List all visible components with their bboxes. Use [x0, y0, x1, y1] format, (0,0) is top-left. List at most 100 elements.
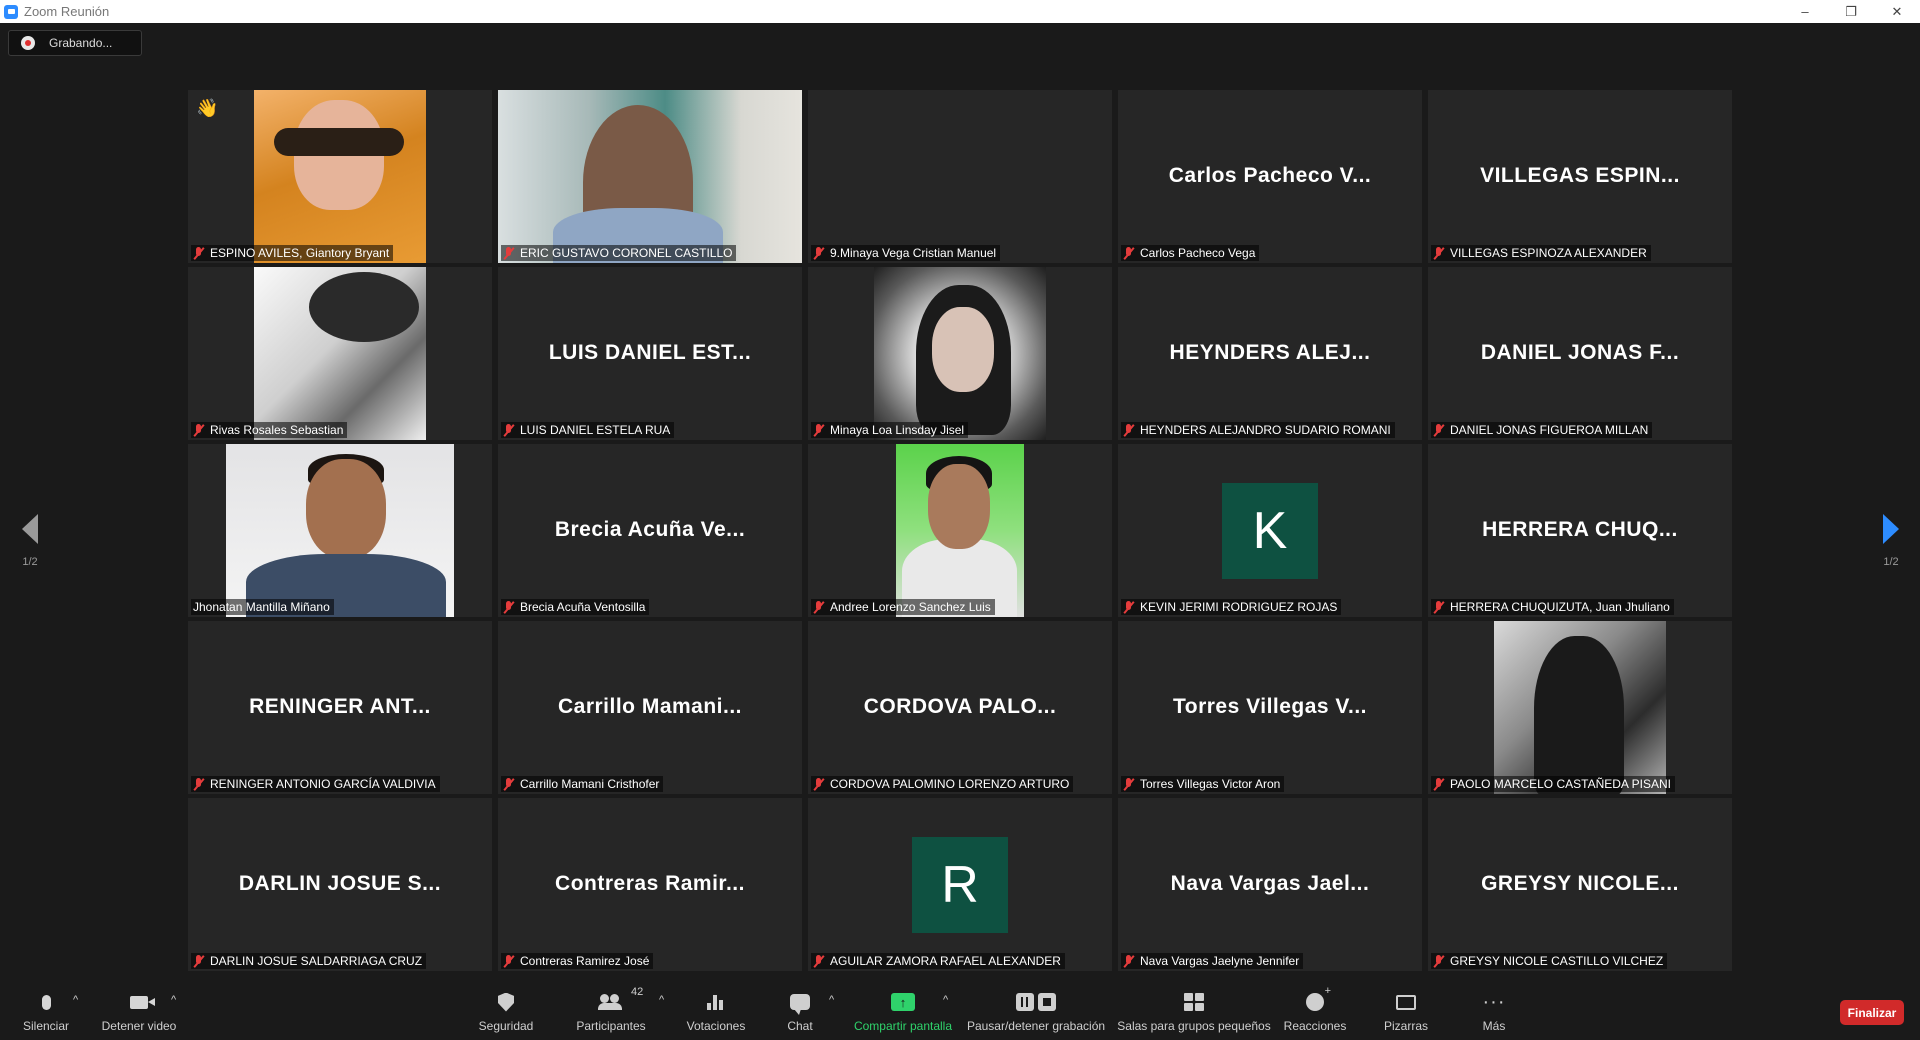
participant-display-name: Contreras Ramir... — [555, 871, 745, 895]
participant-tile[interactable]: ERIC GUSTAVO CORONEL CASTILLO — [498, 90, 802, 263]
participant-name: Torres Villegas Victor Aron — [1140, 777, 1281, 791]
participants-button[interactable]: 42 Participantes — [574, 972, 648, 1040]
audio-options-caret-icon[interactable]: ^ — [73, 994, 78, 1006]
muted-mic-icon — [1123, 954, 1135, 968]
share-screen-button[interactable]: ↑ Compartir pantalla — [850, 972, 956, 1040]
chat-options-caret-icon[interactable]: ^ — [829, 994, 834, 1006]
participant-tile[interactable]: 👋 ESPINO AVILES, Giantory Bryant — [188, 90, 492, 263]
breakout-rooms-button[interactable]: Salas para grupos pequeños — [1117, 972, 1271, 1040]
participants-icon — [598, 994, 624, 1010]
restore-button[interactable]: ❐ — [1828, 0, 1874, 23]
minimize-button[interactable]: – — [1782, 0, 1828, 23]
recording-icon — [21, 36, 35, 50]
share-options-caret-icon[interactable]: ^ — [943, 994, 948, 1006]
participant-tile[interactable]: Contreras Ramir... Contreras Ramirez José — [498, 798, 802, 971]
participant-display-name: Carlos Pacheco V... — [1168, 163, 1372, 187]
muted-mic-icon — [813, 423, 825, 437]
participant-tile[interactable]: Brecia Acuña Ve... Brecia Acuña Ventosill… — [498, 444, 802, 617]
participant-tile[interactable]: PAOLO MARCELO CASTAÑEDA PISANI — [1428, 621, 1732, 794]
whiteboards-button[interactable]: Pizarras — [1380, 972, 1432, 1040]
participant-name-bar: Carlos Pacheco Vega — [1121, 245, 1260, 261]
chat-button[interactable]: Chat — [780, 972, 820, 1040]
close-button[interactable]: ✕ — [1874, 0, 1920, 23]
more-dots-icon: ··· — [1482, 991, 1506, 1013]
muted-mic-icon — [1433, 777, 1445, 791]
participant-name-bar: Carrillo Mamani Cristhofer — [501, 776, 664, 792]
muted-mic-icon — [193, 423, 205, 437]
more-button[interactable]: ··· Más — [1476, 972, 1512, 1040]
chat-label: Chat — [787, 1019, 813, 1033]
muted-mic-icon — [1123, 246, 1135, 260]
participant-display-name: HEYNDERS ALEJ... — [1169, 340, 1371, 364]
participant-name-bar: Nava Vargas Jaelyne Jennifer — [1121, 953, 1304, 969]
participant-tile[interactable]: CORDOVA PALO... CORDOVA PALOMINO LORENZO … — [808, 621, 1112, 794]
participant-name-bar: DARLIN JOSUE SALDARRIAGA CRUZ — [191, 953, 427, 969]
reactions-button[interactable]: Reacciones — [1284, 972, 1347, 1040]
participant-tile[interactable]: RENINGER ANT... RENINGER ANTONIO GARCÍA V… — [188, 621, 492, 794]
recording-indicator[interactable]: Grabando... — [8, 30, 142, 56]
participant-tile[interactable]: Rivas Rosales Sebastian — [188, 267, 492, 440]
participant-tile[interactable]: Minaya Loa Linsday Jisel — [808, 267, 1112, 440]
participant-name-bar: HEYNDERS ALEJANDRO SUDARIO ROMANI — [1121, 422, 1395, 438]
muted-mic-icon — [1433, 954, 1445, 968]
participants-options-caret-icon[interactable]: ^ — [659, 994, 664, 1006]
arrow-left-icon[interactable] — [22, 514, 38, 544]
participant-display-name: DARLIN JOSUE S... — [238, 871, 442, 895]
security-button[interactable]: Seguridad — [476, 972, 536, 1040]
next-page-nav[interactable]: 1/2 — [1871, 514, 1911, 568]
end-meeting-button[interactable]: Finalizar — [1840, 1000, 1904, 1025]
participant-name: Nava Vargas Jaelyne Jennifer — [1140, 954, 1300, 968]
participant-name-bar: Andree Lorenzo Sanchez Luis — [811, 599, 995, 615]
participant-tile[interactable]: HERRERA CHUQ... HERRERA CHUQUIZUTA, Juan … — [1428, 444, 1732, 617]
polls-button[interactable]: Votaciones — [684, 972, 748, 1040]
participant-tile[interactable]: Jhonatan Mantilla Miñano — [188, 444, 492, 617]
participant-tile[interactable]: DANIEL JONAS F... DANIEL JONAS FIGUEROA M… — [1428, 267, 1732, 440]
poll-chart-icon — [707, 994, 725, 1010]
participant-tile[interactable]: HEYNDERS ALEJ... HEYNDERS ALEJANDRO SUDAR… — [1118, 267, 1422, 440]
stop-video-button[interactable]: Detener video — [98, 972, 180, 1040]
participant-tile[interactable]: K KEVIN JERIMI RODRIGUEZ ROJAS — [1118, 444, 1422, 617]
participant-display-name: GREYSY NICOLE... — [1481, 871, 1679, 895]
chat-bubble-icon — [790, 994, 810, 1015]
participant-display-name: LUIS DANIEL EST... — [548, 340, 752, 364]
participant-name: Carlos Pacheco Vega — [1140, 246, 1256, 260]
participant-name: CORDOVA PALOMINO LORENZO ARTURO — [830, 777, 1070, 791]
pause-stop-recording-button[interactable]: Pausar/detener grabación — [966, 972, 1106, 1040]
participant-name-bar: GREYSY NICOLE CASTILLO VILCHEZ — [1431, 953, 1668, 969]
participant-tile[interactable]: DARLIN JOSUE S... DARLIN JOSUE SALDARRIAG… — [188, 798, 492, 971]
participant-tile[interactable]: R AGUILAR ZAMORA RAFAEL ALEXANDER — [808, 798, 1112, 971]
participant-name: KEVIN JERIMI RODRIGUEZ ROJAS — [1140, 600, 1338, 614]
zoom-app-icon — [4, 4, 18, 19]
participants-label: Participantes — [576, 1019, 646, 1033]
participant-name: HEYNDERS ALEJANDRO SUDARIO ROMANI — [1140, 423, 1391, 437]
video-options-caret-icon[interactable]: ^ — [171, 994, 176, 1006]
muted-mic-icon — [813, 954, 825, 968]
arrow-right-icon[interactable] — [1883, 514, 1899, 544]
participant-tile[interactable]: GREYSY NICOLE... GREYSY NICOLE CASTILLO V… — [1428, 798, 1732, 971]
participant-name: HERRERA CHUQUIZUTA, Juan Jhuliano — [1450, 600, 1670, 614]
muted-mic-icon — [503, 600, 515, 614]
participant-name-bar: RENINGER ANTONIO GARCÍA VALDIVIA — [191, 776, 440, 792]
participant-name-bar: DANIEL JONAS FIGUEROA MILLAN — [1431, 422, 1653, 438]
participant-name: Andree Lorenzo Sanchez Luis — [830, 600, 991, 614]
participant-tile[interactable]: Andree Lorenzo Sanchez Luis — [808, 444, 1112, 617]
participant-tile[interactable]: Torres Villegas V... Torres Villegas Vict… — [1118, 621, 1422, 794]
polls-label: Votaciones — [686, 1019, 746, 1033]
participant-name-bar: AGUILAR ZAMORA RAFAEL ALEXANDER — [811, 953, 1065, 969]
participant-tile[interactable]: Nava Vargas Jael... Nava Vargas Jaelyne J… — [1118, 798, 1422, 971]
participant-name: RENINGER ANTONIO GARCÍA VALDIVIA — [210, 777, 436, 791]
participant-name: Carrillo Mamani Cristhofer — [520, 777, 660, 791]
participant-tile[interactable]: VILLEGAS ESPIN... VILLEGAS ESPINOZA ALEXA… — [1428, 90, 1732, 263]
muted-mic-icon — [1123, 600, 1135, 614]
participant-tile[interactable]: 9.Minaya Vega Cristian Manuel — [808, 90, 1112, 263]
previous-page-nav[interactable]: 1/2 — [10, 514, 50, 568]
participant-tile[interactable]: Carrillo Mamani... Carrillo Mamani Cristh… — [498, 621, 802, 794]
participant-name: LUIS DANIEL ESTELA RUA — [520, 423, 671, 437]
participant-tile[interactable]: Carlos Pacheco V... Carlos Pacheco Vega — [1118, 90, 1422, 263]
participant-name-bar: Rivas Rosales Sebastian — [191, 422, 348, 438]
participant-name-bar: Jhonatan Mantilla Miñano — [191, 599, 334, 615]
participant-tile[interactable]: LUIS DANIEL EST... LUIS DANIEL ESTELA RUA — [498, 267, 802, 440]
muted-mic-icon — [1123, 777, 1135, 791]
mute-button[interactable]: Silenciar — [18, 972, 74, 1040]
muted-mic-icon — [193, 777, 205, 791]
